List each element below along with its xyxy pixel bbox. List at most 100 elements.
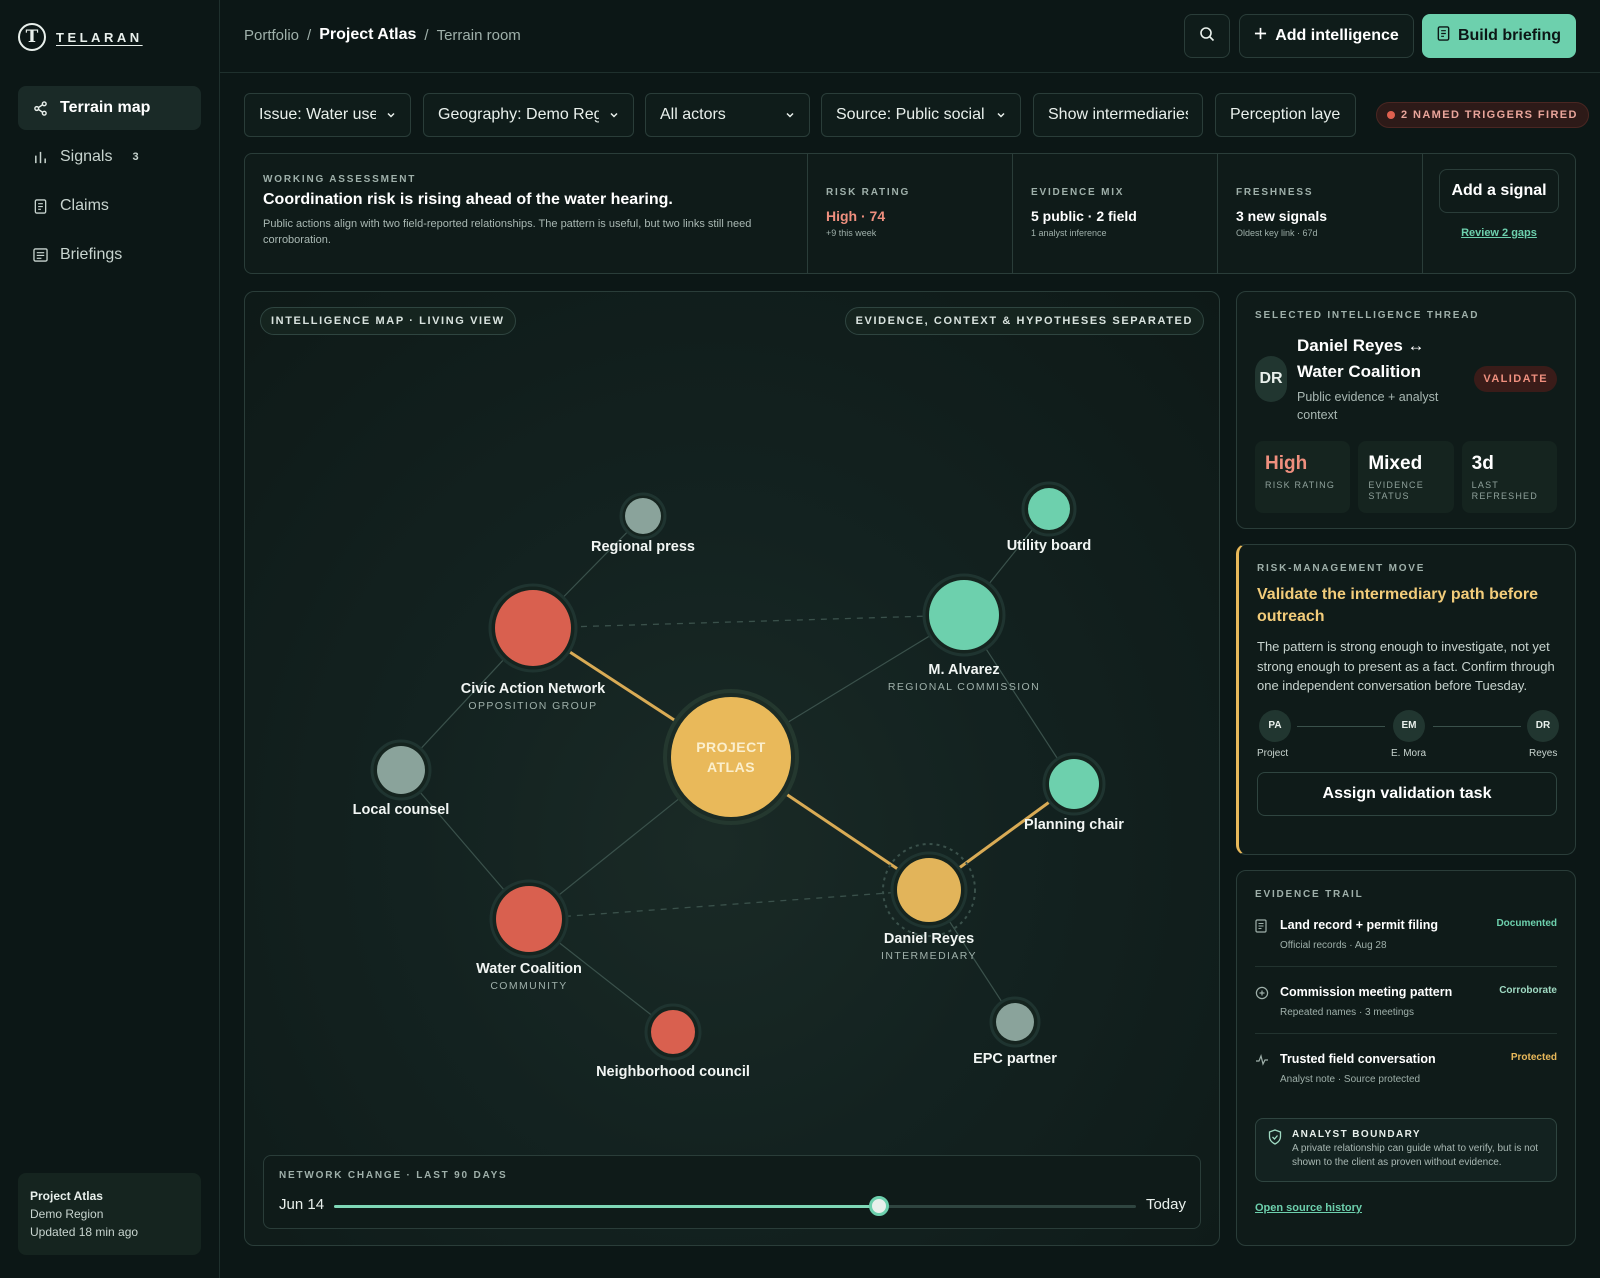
open-source-history-link[interactable]: Open source history (1255, 1202, 1557, 1214)
path-label: Reyes (1529, 747, 1558, 759)
node-daniel-reyes[interactable]: Daniel Reyes INTERMEDIARY (881, 843, 977, 962)
node-local-counsel[interactable]: Local counsel (353, 739, 450, 818)
network-change-timeline: NETWORK CHANGE · LAST 90 DAYS Jun 14 Tod… (263, 1155, 1201, 1229)
move-body: The pattern is strong enough to investig… (1257, 639, 1555, 693)
node-epc-partner[interactable]: EPC partner (973, 996, 1057, 1067)
node-planning-chair[interactable]: Planning chair (1024, 752, 1124, 833)
boundary-title: ANALYST BOUNDARY (1292, 1129, 1421, 1140)
project-card[interactable]: Project Atlas Demo Region Updated 18 min… (18, 1173, 201, 1255)
path-label: Project (1257, 747, 1289, 759)
issue-filter[interactable]: Issue: Water use (244, 93, 411, 137)
path-label: E. Mora (1391, 747, 1427, 759)
search-button[interactable] (1184, 14, 1230, 58)
breadcrumb-separator: / (307, 26, 312, 44)
node-civic-action-network[interactable]: Civic Action Network OPPOSITION GROUP (461, 583, 606, 712)
document-icon (32, 198, 48, 214)
path-node-mora[interactable]: EM (1393, 709, 1425, 742)
breadcrumb: Portfolio / Project Atlas / Terrain room (244, 26, 521, 44)
timeline-track[interactable] (334, 1196, 1136, 1216)
evidence-item[interactable]: Commission meeting pattern Repeated name… (1255, 967, 1557, 1034)
shield-icon (1268, 1129, 1282, 1171)
assign-validation-task-button[interactable]: Assign validation task (1257, 771, 1557, 816)
sidebar-nav: Terrain map Signals 3 Claims Briefings (18, 86, 201, 282)
breadcrumb-portfolio[interactable]: Portfolio (244, 27, 299, 44)
node-label: Daniel Reyes (884, 931, 974, 947)
path-node-project[interactable]: PA (1259, 709, 1291, 742)
evidence-item[interactable]: Trusted field conversation Analyst note … (1255, 1034, 1557, 1100)
bar-chart-icon (32, 149, 48, 165)
node-sublabel: OPPOSITION GROUP (468, 700, 597, 712)
node-label: Water Coalition (476, 961, 582, 977)
evidence-item[interactable]: Land record + permit filing Official rec… (1255, 900, 1557, 967)
document-icon (1255, 919, 1269, 933)
node-project-atlas[interactable]: PROJECT ATLAS (663, 689, 799, 825)
node-m-alvarez[interactable]: M. Alvarez REGIONAL COMMISSION (888, 573, 1040, 693)
project-name: Project Atlas (30, 1189, 103, 1203)
build-briefing-button[interactable]: Build briefing (1422, 14, 1576, 58)
node-label: Regional press (591, 539, 695, 555)
actors-filter[interactable]: All actors (645, 93, 810, 137)
sidebar-item-claims[interactable]: Claims (18, 184, 201, 228)
node-label: Utility board (1007, 538, 1092, 554)
evidence-sub: Repeated names · 3 meetings (1280, 1007, 1414, 1018)
network-graph: Regional press Utility board Civic Actio… (353, 481, 1124, 1080)
timeline-slider-handle[interactable] (869, 1196, 890, 1216)
signals-count-badge: 3 (132, 151, 139, 163)
intelligence-map-panel: Regional press Utility board Civic Actio… (244, 291, 1220, 1246)
center-label-line1: PROJECT (696, 739, 766, 755)
edge-coalition-reyes-hypothesis (528, 889, 930, 920)
path-node-reyes[interactable]: DR (1527, 709, 1559, 742)
chevron-down-icon (610, 112, 618, 118)
add-intelligence-button[interactable]: Add intelligence (1239, 14, 1414, 58)
center-label-line2: ATLAS (707, 759, 755, 775)
stat-last-refreshed: 3d LAST REFRESHED (1461, 441, 1557, 513)
node-label: Civic Action Network (461, 681, 606, 697)
thread-stats: High RISK RATING Mixed EVIDENCE STATUS 3… (1255, 441, 1557, 513)
add-signal-column: Add a signal Review 2 gaps (1422, 154, 1575, 273)
map-view-chip: INTELLIGENCE MAP · LIVING VIEW (260, 307, 516, 335)
evidence-status-tag: Protected (1510, 1052, 1557, 1063)
evidence-trail-panel: EVIDENCE TRAIL Land record + permit fili… (1236, 870, 1576, 1246)
review-gaps-link[interactable]: Review 2 gaps (1461, 227, 1537, 239)
geography-filter[interactable]: Geography: Demo Region (423, 93, 634, 137)
working-assessment: WORKING ASSESSMENT Coordination risk is … (245, 154, 807, 273)
node-sublabel: COMMUNITY (490, 980, 567, 992)
sidebar-item-label: Claims (60, 197, 109, 214)
project-region: Demo Region (30, 1207, 104, 1221)
validate-status-badge[interactable]: VALIDATE (1474, 365, 1557, 392)
sidebar-item-signals[interactable]: Signals 3 (18, 135, 201, 179)
sidebar-item-label: Briefings (60, 246, 123, 263)
thread-description: Public evidence + analyst context (1297, 390, 1439, 422)
source-filter[interactable]: Source: Public social (821, 93, 1021, 137)
evidence-sub: Official records · Aug 28 (1280, 940, 1387, 951)
show-intermediaries-toggle[interactable]: Show intermediaries (1033, 93, 1203, 137)
alert-dot-icon (1387, 111, 1395, 119)
sidebar: T TELARAN Terrain map Signals 3 Claims B… (0, 0, 220, 1278)
plus-circle-icon (1255, 986, 1269, 1000)
timeline-eyebrow: NETWORK CHANGE · LAST 90 DAYS (279, 1170, 508, 1181)
thread-eyebrow: SELECTED INTELLIGENCE THREAD (1255, 310, 1480, 321)
perception-layer-toggle[interactable]: Perception layer (1215, 93, 1356, 137)
timeline-start: Jun 14 (279, 1196, 325, 1213)
assessment-eyebrow: WORKING ASSESSMENT (263, 174, 417, 185)
node-water-coalition[interactable]: Water Coalition COMMUNITY (476, 879, 582, 992)
sidebar-item-briefings[interactable]: Briefings (18, 233, 201, 277)
metric-value: 3 new signals (1236, 208, 1328, 224)
perception-layer-label: Perception layer (1230, 106, 1341, 123)
metric-label: FRESHNESS (1236, 187, 1314, 198)
node-sublabel: INTERMEDIARY (881, 950, 977, 962)
chevron-down-icon (786, 112, 794, 118)
breadcrumb-project[interactable]: Project Atlas (319, 26, 416, 44)
metric-value: 5 public · 2 field (1031, 208, 1137, 224)
add-signal-button[interactable]: Add a signal (1439, 169, 1559, 213)
node-neighborhood-council[interactable]: Neighborhood council (596, 1003, 750, 1080)
sidebar-item-label: Terrain map (60, 99, 151, 116)
triggers-badge[interactable]: 2 NAMED TRIGGERS FIRED (1376, 102, 1589, 128)
pulse-icon (1255, 1053, 1269, 1067)
sidebar-item-terrain-map[interactable]: Terrain map (18, 86, 201, 130)
node-regional-press[interactable]: Regional press (591, 492, 695, 555)
evidence-status-tag: Documented (1496, 918, 1557, 929)
brand-logo[interactable]: T TELARAN (18, 23, 143, 51)
project-updated: Updated 18 min ago (30, 1225, 139, 1239)
node-utility-board[interactable]: Utility board (1007, 481, 1092, 554)
